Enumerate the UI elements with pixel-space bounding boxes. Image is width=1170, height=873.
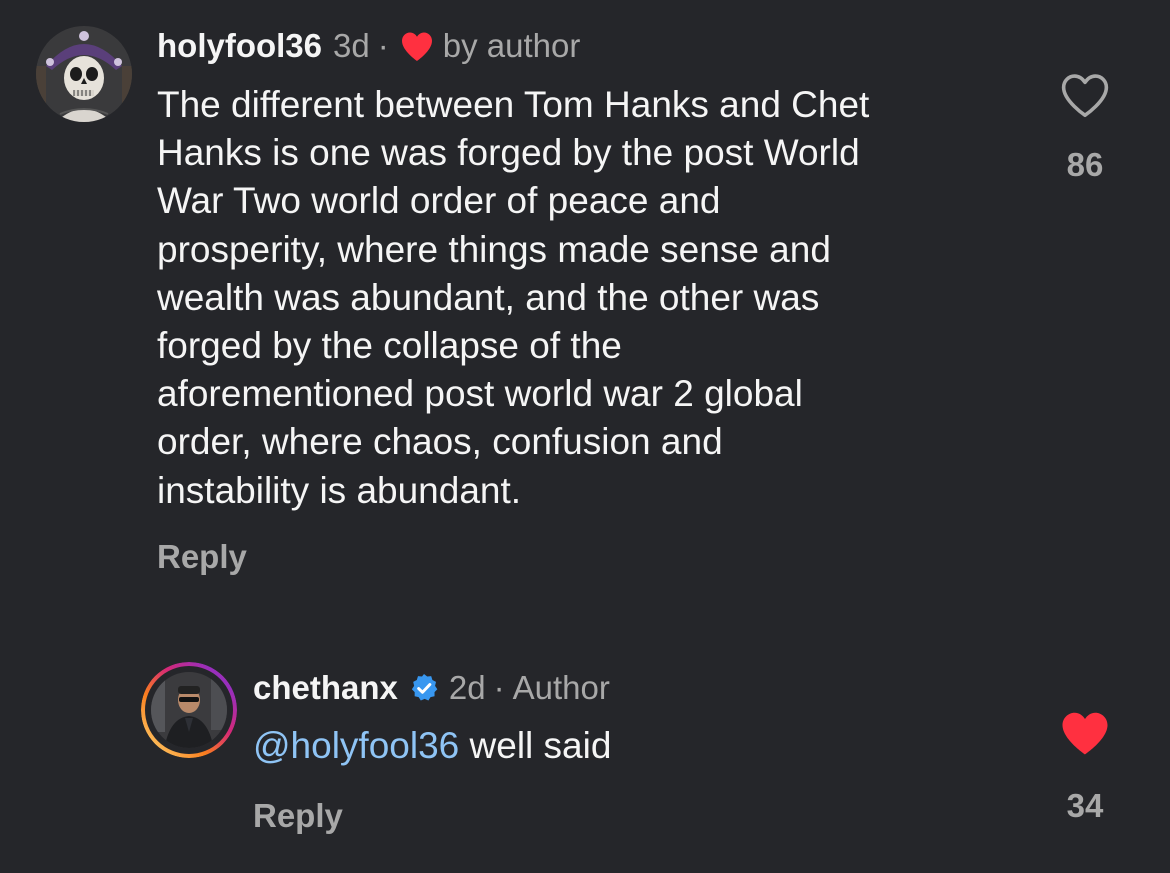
by-author-badge: by author [442,27,581,64]
comment-text: The different between Tom Hanks and Chet… [157,84,870,511]
verified-badge-icon [408,672,440,704]
avatar-chethanx[interactable] [141,662,237,758]
mention-link[interactable]: @holyfool36 [253,725,459,766]
heart-icon [399,29,435,63]
reply-text: @holyfool36 well said [253,722,1053,770]
username[interactable]: holyfool36 [157,26,322,66]
comment-thread: holyfool36 3d · by author The different … [0,0,1170,873]
separator: · [377,27,389,64]
heart-filled-icon[interactable] [1058,708,1112,758]
comment-header: holyfool36 3d · by author [157,26,580,66]
author-label: Author [512,669,610,706]
separator: · [493,669,505,706]
heart-outline-icon[interactable] [1058,70,1112,120]
reply-button[interactable]: Reply [157,537,247,577]
reply-header: chethanx 2d · Author [253,668,610,708]
timestamp: 3d [333,27,370,64]
avatar-holyfool36[interactable] [36,26,132,122]
like-count: 34 [1066,787,1104,824]
timestamp: 2d [448,669,486,706]
username[interactable]: chethanx [253,668,398,708]
reply-button[interactable]: Reply [253,796,343,836]
like-count: 86 [1066,146,1104,183]
reply-text-body: well said [459,725,612,766]
